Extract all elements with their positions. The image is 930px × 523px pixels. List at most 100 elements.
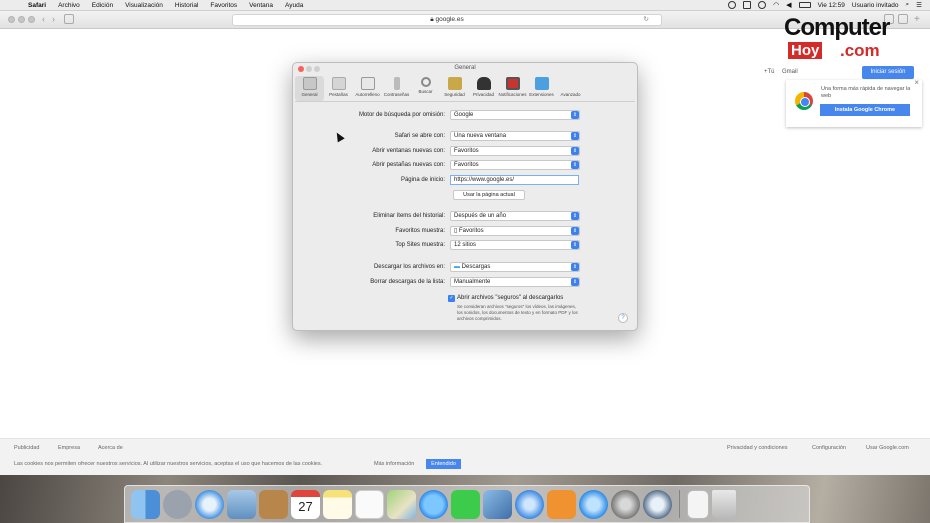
menu-historial[interactable]: Historial [169,2,204,9]
tab-avanzado[interactable]: Avanzado [556,76,585,101]
tab-seguridad[interactable]: Seguridad [440,76,469,101]
close-window-icon[interactable] [8,16,15,23]
system-preferences-icon[interactable] [611,489,640,519]
google-plus-link[interactable]: +Tú [764,69,775,75]
photos-icon[interactable] [483,489,512,519]
opens-with-select[interactable]: Una nueva ventana ⇕ [450,131,580,141]
safe-files-label[interactable]: Abrir archivos "seguros" al descargarlos [457,295,563,301]
appstore-icon[interactable] [579,489,608,519]
maps-icon[interactable] [387,489,416,519]
footer-link[interactable]: Usar Google.com [866,445,909,451]
remove-history-label: Eliminar ítems del historial: [373,213,445,219]
time-machine-icon[interactable] [758,1,767,9]
chevron-down-icon: ⇕ [571,278,579,286]
address-bar[interactable]: 🔒︎ google.es ↻ [232,14,662,26]
tab-extensiones[interactable]: Extensiones [527,76,556,101]
chevron-down-icon: ⇕ [571,147,579,155]
safe-files-checkbox[interactable]: ✓ [448,295,455,302]
row-favorites-shows: Favoritos muestra: ▯ Favoritos ⇕ [293,226,639,237]
new-windows-select[interactable]: Favoritos ⇕ [450,146,580,156]
gmail-link[interactable]: Gmail [782,69,798,75]
homepage-input[interactable]: https://www.google.es/ [450,175,579,185]
cookie-more-link[interactable]: Más información [374,461,414,467]
row-clear-downloads: Borrar descargas de la lista: Manualment… [293,277,639,288]
tab-pestanas[interactable]: Pestañas [324,76,353,101]
footer-link[interactable]: Privacidad y condiciones [727,445,788,451]
document-icon[interactable] [687,489,709,519]
chevron-down-icon: ⇕ [571,161,579,169]
back-icon[interactable]: ‹ [42,15,45,24]
clock[interactable]: Vie 12:59 [818,2,845,9]
footer-link[interactable]: Configuración [812,445,846,451]
tab-general[interactable]: General [295,76,324,101]
quicktime-icon[interactable] [643,489,672,519]
minimize-window-icon[interactable] [18,16,25,23]
finder-icon[interactable] [131,489,160,519]
preferences-window: General General Pestañas Autorrelleno Co… [292,62,638,331]
spotlight-icon[interactable]: ⌕ [906,1,910,9]
ibooks-icon[interactable] [547,489,576,519]
puzzle-icon [534,77,549,90]
messages-icon[interactable] [419,489,448,519]
reminders-icon[interactable] [355,489,384,519]
notes-icon[interactable] [323,489,352,519]
airplay-icon[interactable] [743,1,752,9]
notification-center-icon[interactable]: ☰ [916,1,922,9]
mail-icon[interactable] [227,489,256,519]
google-footer: Publicidad Empresa Acerca de Privacidad … [0,438,930,475]
footer-link[interactable]: Publicidad [14,445,39,451]
remove-history-select[interactable]: Después de un año ⇕ [450,211,580,221]
sync-status-icon[interactable] [728,1,737,9]
menu-ayuda[interactable]: Ayuda [279,2,309,9]
footer-link[interactable]: Empresa [58,445,80,451]
top-sites-select[interactable]: 12 sitios ⇕ [450,240,580,250]
menu-ventana[interactable]: Ventana [243,2,279,9]
menu-visualizacion[interactable]: Visualización [119,2,169,9]
trash-icon[interactable] [712,489,736,519]
forward-icon[interactable]: › [52,15,55,24]
zoom-window-icon[interactable] [28,16,35,23]
cookie-accept-button[interactable]: Entendido [426,459,461,469]
safari-icon[interactable] [195,489,224,519]
new-tabs-select[interactable]: Favoritos ⇕ [450,160,580,170]
calendar-icon[interactable]: 27 [291,489,320,519]
chevron-down-icon: ⇕ [571,241,579,249]
tab-overview-icon[interactable] [898,14,908,24]
volume-icon[interactable]: ◀ [786,1,791,9]
menu-favoritos[interactable]: Favoritos [204,2,243,9]
chrome-logo-icon [795,92,813,110]
wifi-icon[interactable]: ◠ [773,1,779,9]
lock-icon: 🔒︎ [430,16,434,23]
chevron-down-icon: ⇕ [571,263,579,271]
tab-notificaciones[interactable]: Notificaciones [498,76,527,101]
dock: 27 [124,485,810,523]
clear-downloads-select[interactable]: Manualmente ⇕ [450,277,580,287]
facetime-icon[interactable] [451,489,480,519]
signin-button[interactable]: Iniciar sesión [862,66,914,79]
use-current-page-button[interactable]: Usar la página actual [453,190,525,200]
menu-archivo[interactable]: Archivo [52,2,86,9]
reload-icon[interactable]: ↻ [644,15,649,25]
menu-edicion[interactable]: Edición [86,2,119,9]
install-chrome-button[interactable]: Instala Google Chrome [820,104,910,116]
menu-safari[interactable]: Safari [22,2,52,9]
sidebar-icon[interactable] [64,14,74,24]
help-button[interactable]: ? [618,313,628,323]
tab-privacidad[interactable]: Privacidad [469,76,498,101]
switch-icon [302,77,317,90]
itunes-icon[interactable] [515,489,544,519]
tab-contrasenas[interactable]: Contraseñas [382,76,411,101]
footer-link[interactable]: Acerca de [98,445,123,451]
search-engine-select[interactable]: Google ⇕ [450,110,580,120]
tab-buscar[interactable]: Buscar [411,76,440,101]
download-to-select[interactable]: ▬ Descargas ⇕ [450,262,580,272]
favorites-shows-select[interactable]: ▯ Favoritos ⇕ [450,226,580,236]
close-icon[interactable]: × [914,78,919,87]
key-icon [393,77,400,90]
user-menu[interactable]: Usuario invitado [852,2,899,9]
contacts-icon[interactable] [259,489,288,519]
launchpad-icon[interactable] [163,489,192,519]
new-tab-icon[interactable]: + [914,15,920,25]
tab-autorrelleno[interactable]: Autorrelleno [353,76,382,101]
battery-icon[interactable] [798,2,811,8]
